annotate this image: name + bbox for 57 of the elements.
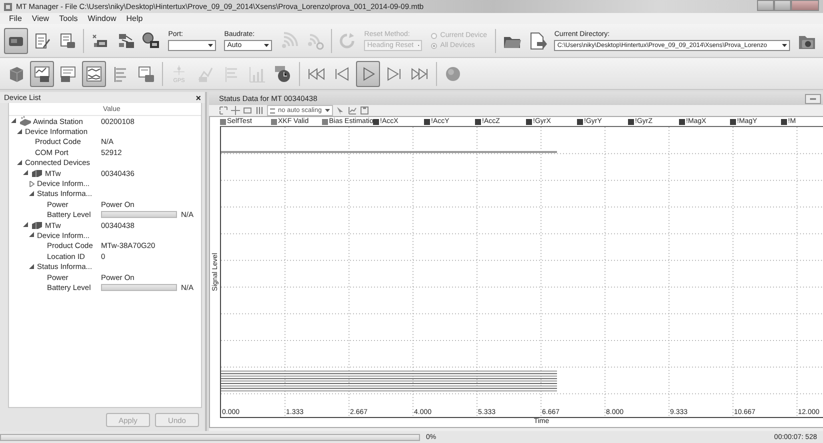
step-back-icon (333, 64, 351, 82)
expander-icon[interactable] (17, 160, 23, 166)
app-icon (3, 2, 13, 12)
toolbar-button[interactable] (30, 60, 54, 86)
save-icon[interactable] (360, 106, 369, 115)
clock-icon (274, 64, 292, 82)
scale-icon (270, 108, 275, 114)
device-icon (31, 168, 43, 178)
zoom-fit-icon[interactable] (219, 106, 228, 115)
signal-icon (280, 32, 298, 50)
close-button[interactable]: × (196, 92, 201, 102)
menu-item[interactable]: Window (82, 14, 122, 23)
device-icon (31, 220, 43, 230)
step-forward-icon (385, 64, 403, 82)
document-device-icon (58, 32, 76, 50)
document-edit-icon (32, 32, 51, 50)
frame-icon[interactable] (243, 106, 252, 115)
caret-icon (782, 44, 788, 46)
chart-bars-icon (248, 64, 266, 82)
minimize-button[interactable] (757, 0, 774, 11)
chart-device-icon (33, 64, 51, 82)
expander-icon[interactable] (29, 232, 35, 238)
monitor-globe-icon (142, 32, 160, 50)
signal-cancel-icon (306, 32, 324, 50)
minimize-button[interactable] (805, 94, 821, 104)
move-icon[interactable] (231, 106, 240, 115)
minimize-icon (810, 98, 816, 100)
expander-icon[interactable] (29, 180, 35, 187)
caret-icon (264, 44, 270, 46)
expander-icon[interactable] (17, 128, 23, 135)
dropdown[interactable] (168, 40, 216, 50)
expander-icon[interactable] (29, 264, 35, 270)
expander-icon[interactable] (11, 118, 17, 124)
expander-icon[interactable] (29, 190, 35, 197)
columns-icon[interactable] (255, 106, 264, 115)
maximize-button[interactable] (774, 0, 791, 11)
chart-icon[interactable] (348, 106, 357, 115)
document-arrow-icon (528, 32, 547, 50)
reset-icon (338, 32, 356, 50)
toolbar-button[interactable] (82, 60, 106, 86)
menu-item[interactable]: Tools (54, 14, 83, 23)
menu-item[interactable]: Help (121, 14, 148, 23)
chart-lines-icon (85, 64, 103, 82)
menu-item[interactable]: File (4, 14, 27, 23)
menu-item[interactable]: View (26, 14, 54, 23)
device-monitor-icon (90, 32, 109, 50)
expander-icon[interactable] (23, 222, 29, 228)
station-icon (19, 116, 31, 126)
chart-device-icon (59, 64, 77, 82)
cube-icon (7, 64, 25, 82)
caret-icon (324, 109, 330, 112)
document-device-icon (137, 64, 155, 82)
network-devices-icon (116, 32, 135, 50)
expander-icon[interactable] (23, 170, 29, 176)
toolbar-button[interactable] (4, 28, 28, 54)
record-icon (444, 64, 462, 82)
caret-icon (208, 44, 214, 46)
